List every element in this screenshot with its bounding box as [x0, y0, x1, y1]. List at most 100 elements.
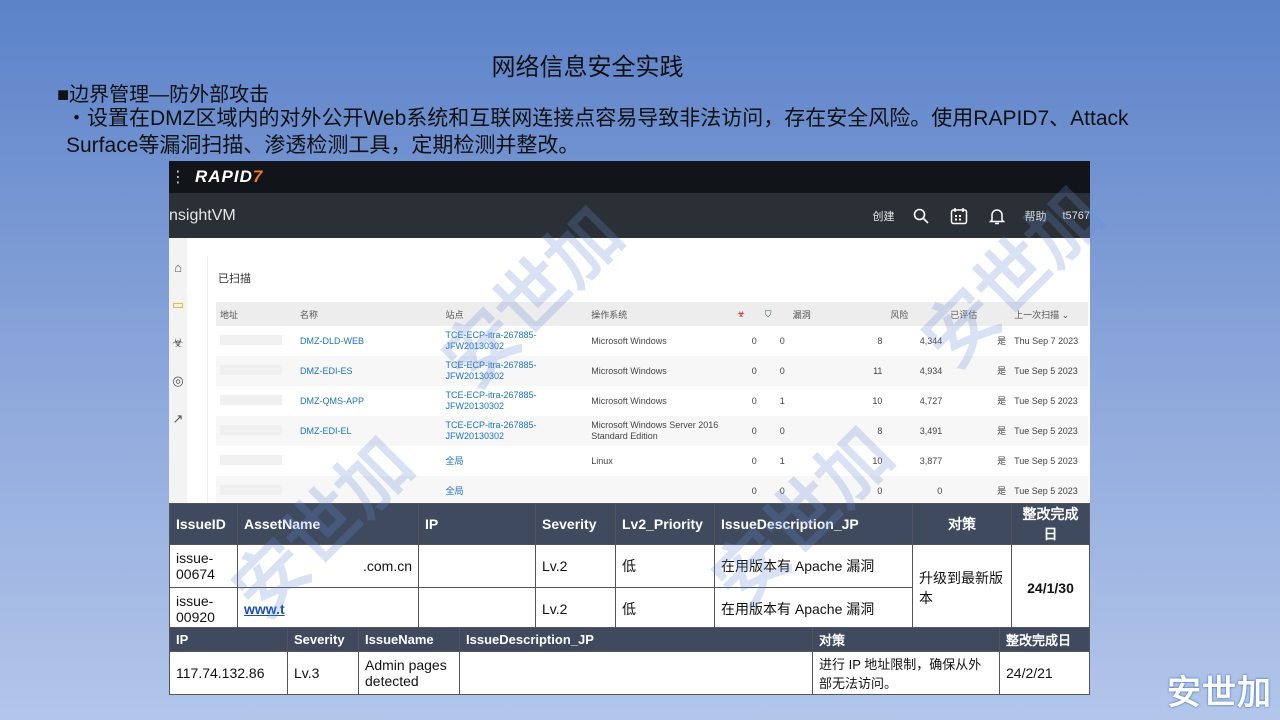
- asset-link[interactable]: www.t: [237, 587, 419, 631]
- os-cell: Microsoft Windows: [587, 356, 733, 386]
- description-cell: [459, 651, 813, 695]
- left-sidebar: ⌂ ▭ ☣ ◎ ↗: [169, 238, 187, 503]
- measure-cell: 进行 IP 地址限制，确保从外部无法访问。: [812, 651, 1000, 695]
- calendar-icon[interactable]: [948, 205, 970, 227]
- vulnerability-count: 8: [788, 416, 887, 446]
- panel-title: 已扫描: [218, 273, 251, 285]
- last-scan-cell: Tue Sep 5 2023: [1010, 476, 1088, 503]
- address-cell: [216, 446, 296, 476]
- exploit-count: 1: [779, 395, 785, 406]
- create-button[interactable]: 创建: [872, 208, 894, 224]
- column-header[interactable]: 名称: [295, 302, 442, 326]
- app-subbar: nsightVM 创建 帮助 t5767: [169, 193, 1090, 238]
- asset-name-link[interactable]: DMZ-EDI-EL: [295, 416, 442, 446]
- column-header[interactable]: 漏洞: [788, 302, 887, 326]
- rapid7-logo: RAPID7: [195, 167, 264, 186]
- os-cell: [587, 476, 733, 503]
- column-header: IssueID: [169, 503, 238, 545]
- app-topbar: ⋮ RAPID7: [169, 161, 1090, 193]
- assessed-cell: 是: [997, 395, 1007, 406]
- redacted-address: [220, 364, 282, 375]
- column-header[interactable]: 上一次扫描 ⌄: [1010, 302, 1088, 326]
- site-link[interactable]: TCE-ECP-itra-267885-JFW20130302: [441, 416, 588, 446]
- exploit-count: 0: [760, 356, 789, 386]
- asset-name-link[interactable]: DMZ-QMS-APP: [296, 386, 442, 416]
- bell-icon[interactable]: [986, 205, 1008, 227]
- description-cell: 在用版本有 Apache 漏洞: [714, 544, 913, 588]
- date-cell: 24/2/21: [999, 651, 1090, 695]
- table-row[interactable]: 全局 0 0 0 0 是 Tue Sep 5 2023: [216, 476, 1088, 503]
- site-link[interactable]: TCE-ECP-itra-267885-JFW20130302: [442, 386, 588, 416]
- os-cell: Linux: [591, 455, 613, 466]
- address-cell: [216, 386, 296, 416]
- table-row[interactable]: DMZ-EDI-ES TCE-ECP-itra-267885-JFW2013030…: [216, 356, 1088, 386]
- column-header[interactable]: 地址: [216, 302, 296, 326]
- malware-count: 0: [732, 476, 761, 503]
- column-header[interactable]: 已评估: [946, 302, 1011, 326]
- last-scan-cell: Tue Sep 5 2023: [1010, 416, 1088, 446]
- column-header[interactable]: 操作系统: [587, 302, 733, 326]
- issue-id: issue-00674: [169, 544, 238, 588]
- table-row[interactable]: DMZ-QMS-APP TCE-ECP-itra-267885-JFW201303…: [216, 386, 1088, 416]
- measure-cell: 升级到最新版本: [912, 544, 1012, 631]
- policy-icon[interactable]: ◎: [169, 373, 187, 389]
- column-header[interactable]: 站点: [441, 302, 588, 326]
- site-link[interactable]: 全局: [442, 446, 588, 476]
- redacted-address: [220, 484, 282, 495]
- priority-cell: 低: [615, 587, 715, 631]
- malware-count: 0: [751, 335, 757, 346]
- address-cell: [216, 476, 296, 503]
- description-cell: 在用版本有 Apache 漏洞: [714, 587, 913, 631]
- asset-name-link[interactable]: DMZ-DLD-WEB: [296, 326, 442, 356]
- column-header[interactable]: 风险: [886, 302, 947, 326]
- exploit-count: 0: [760, 416, 789, 446]
- severity-cell: Lv.2: [535, 544, 616, 588]
- asset-name-link[interactable]: DMZ-EDI-ES: [295, 356, 442, 386]
- scanned-panel: 已扫描 地址 名称 站点 操作系统 ☣ ⛉ 漏洞 风险 已评估 上一次扫描 ⌄ …: [207, 256, 1090, 503]
- column-header: IssueName: [358, 627, 460, 652]
- assets-icon[interactable]: ▭: [169, 297, 187, 313]
- site-link[interactable]: 全局: [441, 476, 588, 503]
- bullet-heading: ■边界管理—防外部攻击: [57, 84, 270, 106]
- scanned-assets-table: 地址 名称 站点 操作系统 ☣ ⛉ 漏洞 风险 已评估 上一次扫描 ⌄ DMZ-…: [216, 302, 1088, 503]
- site-link[interactable]: TCE-ECP-itra-267885-JFW20130302: [442, 326, 588, 356]
- vulnerability-count: 10: [872, 395, 883, 406]
- redacted-address: [220, 454, 282, 465]
- menu-icon[interactable]: ⋮: [169, 167, 187, 187]
- ip-cell: [418, 587, 536, 631]
- address-cell: [216, 326, 296, 356]
- home-icon[interactable]: ⌂: [169, 260, 187, 275]
- reports-icon[interactable]: ↗: [169, 411, 187, 427]
- vulnerability-count: 8: [877, 335, 883, 346]
- site-link[interactable]: TCE-ECP-itra-267885-JFW20130302: [441, 356, 588, 386]
- issue-name-cell: Admin pages detected: [358, 651, 460, 695]
- help-link[interactable]: 帮助: [1024, 208, 1046, 224]
- product-name: nsightVM: [169, 206, 236, 224]
- table-row[interactable]: DMZ-DLD-WEB TCE-ECP-itra-267885-JFW201303…: [216, 326, 1088, 356]
- table-row[interactable]: 全局 Linux 0 1 10 3,877 是 Tue Sep 5 2023: [216, 446, 1088, 476]
- issue-table-2: IP Severity IssueName IssueDescription_J…: [169, 627, 1090, 695]
- column-header: IssueDescription_JP: [459, 627, 813, 652]
- table-row[interactable]: DMZ-EDI-EL TCE-ECP-itra-267885-JFW2013030…: [216, 416, 1088, 446]
- os-cell: Microsoft Windows: [591, 335, 667, 346]
- column-header: 对策: [812, 627, 1000, 652]
- vulnerability-icon[interactable]: ☣: [169, 335, 187, 351]
- severity-cell: Lv.2: [535, 587, 616, 631]
- assessed-cell: 是: [946, 416, 1011, 446]
- risk-score: 3,877: [919, 455, 943, 466]
- user-menu[interactable]: t5767: [1062, 210, 1090, 222]
- risk-score: 4,344: [919, 335, 943, 346]
- column-header: Lv2_Priority: [615, 503, 715, 545]
- date-cell: 24/1/30: [1011, 544, 1090, 631]
- address-cell: [216, 416, 296, 446]
- search-icon[interactable]: [910, 205, 932, 227]
- column-header: 对策: [912, 503, 1012, 545]
- assessed-cell: 是: [946, 356, 1011, 386]
- column-header: IP: [418, 503, 536, 545]
- shield-icon[interactable]: ⛉: [760, 302, 789, 326]
- asset-name-link[interactable]: [295, 476, 442, 503]
- exploit-count: 0: [779, 335, 785, 346]
- last-scan-cell: Tue Sep 5 2023: [1014, 455, 1078, 466]
- biohazard-icon[interactable]: ☣: [732, 302, 761, 326]
- asset-name-link[interactable]: [296, 446, 442, 476]
